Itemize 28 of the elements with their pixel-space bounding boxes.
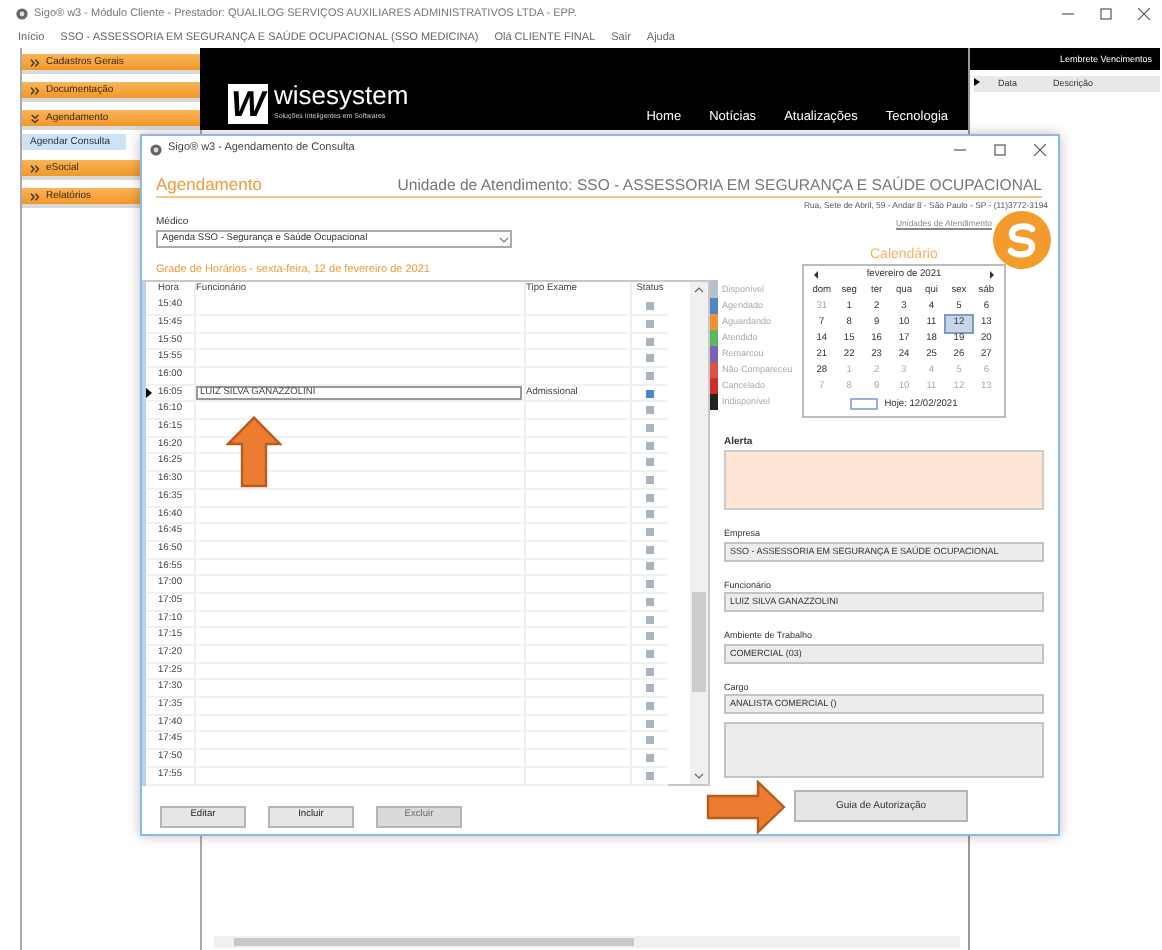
maximize-icon[interactable] xyxy=(994,143,1006,155)
today-swatch-icon xyxy=(850,398,879,411)
chevron-icon xyxy=(30,163,40,173)
row-pointer-icon xyxy=(974,76,982,88)
close-icon[interactable] xyxy=(1034,143,1046,155)
chevron-icon xyxy=(30,113,40,123)
minimize-icon[interactable] xyxy=(954,143,966,155)
next-month-icon[interactable] xyxy=(988,270,996,281)
vertical-scrollbar[interactable] xyxy=(690,281,708,784)
right-arrow xyxy=(706,780,786,834)
up-arrow xyxy=(226,416,282,488)
chevron-icon xyxy=(30,85,40,95)
logo-mark: W xyxy=(228,84,268,124)
chevron-icon xyxy=(30,57,40,67)
horizontal-scrollbar[interactable] xyxy=(214,936,960,948)
chevron-icon xyxy=(30,191,40,201)
scrollbar-thumb[interactable] xyxy=(692,591,706,692)
maximize-icon[interactable] xyxy=(1100,8,1112,20)
minimize-icon[interactable] xyxy=(1062,8,1074,20)
close-icon[interactable] xyxy=(1138,8,1150,20)
scrollbar-thumb[interactable] xyxy=(234,938,634,946)
prev-month-icon[interactable] xyxy=(812,270,820,281)
logo-text: wisesystem xyxy=(274,82,409,110)
row-pointer-icon xyxy=(146,388,152,399)
app-icon xyxy=(16,8,28,20)
app-icon xyxy=(150,143,162,155)
dropdown-icon[interactable] xyxy=(498,233,510,245)
logo-icon xyxy=(992,210,1052,270)
